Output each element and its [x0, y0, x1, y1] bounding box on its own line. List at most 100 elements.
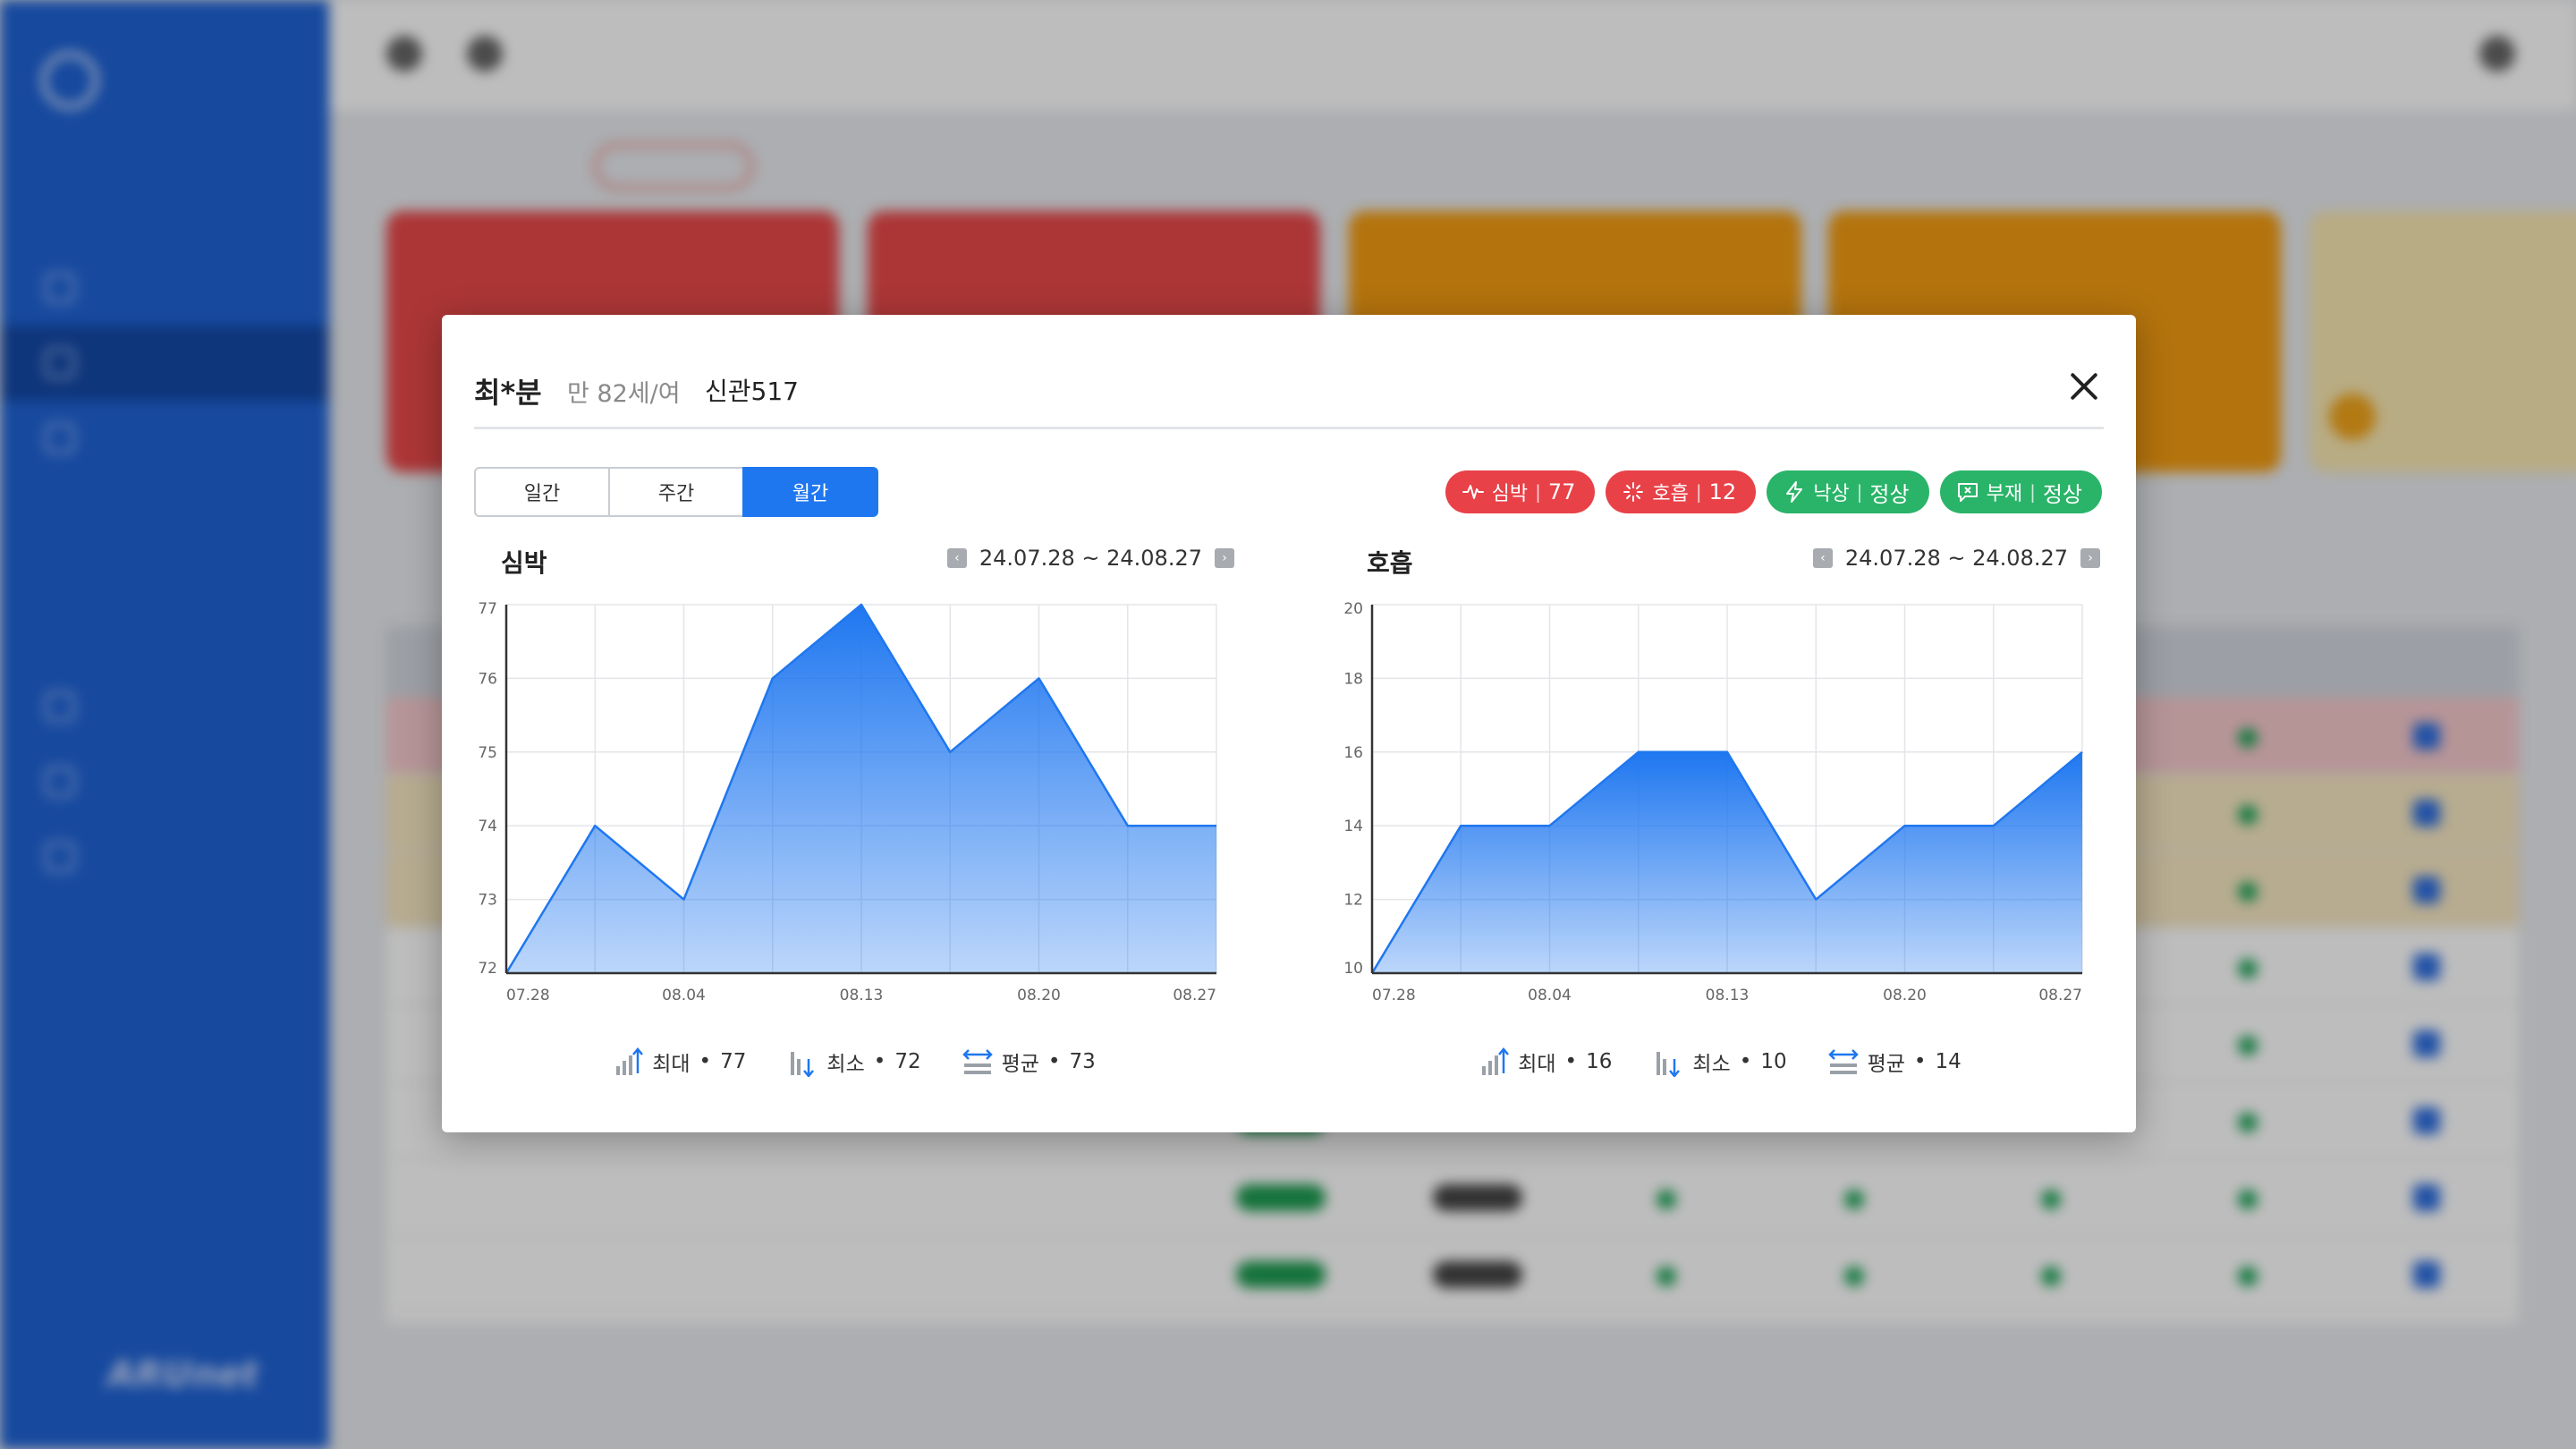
- heartbeat-chart-panel: 심박 ‹ 24.07.28 ~ 24.08.27 › 77 76 75 74 73 72 0…: [474, 544, 1234, 1098]
- fall-icon: [1786, 481, 1803, 503]
- stat-avg-value: 14: [1935, 1050, 1962, 1073]
- absence-icon: [1957, 483, 1978, 502]
- x-tick-label: 07.28: [506, 987, 550, 1004]
- x-tick-label: 08.13: [840, 987, 884, 1004]
- series-area: [506, 605, 1216, 973]
- close-icon[interactable]: [2064, 367, 2104, 406]
- x-tick-label: 08.04: [1528, 987, 1572, 1004]
- x-tick-label: 08.04: [662, 987, 706, 1004]
- breath-chart-panel: 호흡 ‹ 24.07.28 ~ 24.08.27 › 20 18 16 14 12 10 0…: [1340, 544, 2100, 1098]
- stat-dot: •: [699, 1050, 712, 1073]
- badge-value: 정상: [1869, 481, 1910, 507]
- x-tick-label: 08.13: [1706, 987, 1750, 1004]
- x-tick-label: 08.27: [1173, 987, 1216, 1004]
- stat-min-label: 최소: [826, 1053, 865, 1076]
- patient-age-gender: 만 82세/여: [567, 380, 681, 408]
- date-range-text: 24.07.28 ~ 24.08.27: [979, 546, 1202, 571]
- y-tick-label: 72: [478, 960, 497, 978]
- status-badges: 심박 | 77 호흡 | 12 낙상 | 정상 부재 | 정상: [1445, 470, 2102, 513]
- date-range: ‹ 24.07.28 ~ 24.08.27 ›: [1812, 546, 2100, 571]
- y-tick-label: 10: [1343, 960, 1363, 978]
- tab-weekly[interactable]: 주간: [608, 467, 744, 517]
- stat-avg-label: 평균: [1001, 1053, 1039, 1076]
- next-range-icon[interactable]: ›: [2080, 548, 2100, 568]
- stat-avg-label: 평균: [1867, 1053, 1905, 1076]
- date-range: ‹ 24.07.28 ~ 24.08.27 ›: [946, 546, 1234, 571]
- chart-stats: 최대 • 77 최소 • 72 평균 • 73: [474, 1046, 1234, 1077]
- y-tick-label: 75: [478, 744, 497, 762]
- y-tick-label: 73: [478, 892, 497, 910]
- prev-range-icon[interactable]: ‹: [946, 548, 967, 568]
- stat-max: 최대 • 77: [613, 1046, 746, 1077]
- stat-max-label: 최대: [1518, 1053, 1556, 1076]
- tab-daily[interactable]: 일간: [474, 467, 610, 517]
- y-tick-label: 18: [1343, 670, 1363, 688]
- breath-area-chart: 20 18 16 14 12 10 07.28 08.04 08.13 08.20 08.27: [1343, 600, 2083, 1004]
- prev-range-icon[interactable]: ‹: [1812, 548, 1833, 568]
- modal-header: 최*분 만 82세/여 신관517: [474, 347, 2104, 429]
- stat-min-value: 72: [894, 1050, 921, 1073]
- heartbeat-badge: 심박 | 77: [1445, 470, 1596, 513]
- stat-max: 최대 • 16: [1479, 1046, 1612, 1077]
- max-arrow-icon: [616, 1047, 644, 1075]
- next-range-icon[interactable]: ›: [1215, 548, 1234, 568]
- chart-stats: 최대 • 16 최소 • 10 평균 • 14: [1340, 1046, 2100, 1077]
- badge-value: 12: [1708, 479, 1737, 504]
- stat-dot: •: [873, 1050, 886, 1073]
- stat-min: 최소 • 72: [787, 1046, 921, 1077]
- stat-avg: 평균 • 73: [962, 1046, 1096, 1077]
- x-tick-label: 08.20: [1883, 987, 1927, 1004]
- badge-separator: |: [2029, 481, 2036, 503]
- date-range-text: 24.07.28 ~ 24.08.27: [1844, 546, 2068, 571]
- badge-separator: |: [1535, 481, 1541, 503]
- stat-min-value: 10: [1760, 1050, 1787, 1073]
- badge-separator: |: [1856, 481, 1863, 503]
- x-tick-label: 08.27: [2038, 987, 2082, 1004]
- average-icon: [1827, 1049, 1859, 1074]
- x-tick-label: 07.28: [1372, 987, 1416, 1004]
- patient-detail-modal: 최*분 만 82세/여 신관517 일간 주간 월간 심박 | 77 호흡 | …: [442, 315, 2136, 1132]
- x-tick-label: 08.20: [1017, 987, 1061, 1004]
- y-tick-label: 77: [478, 600, 497, 618]
- fall-badge: 낙상 | 정상: [1767, 470, 1929, 513]
- stat-dot: •: [1913, 1050, 1927, 1073]
- y-tick-label: 74: [478, 818, 497, 835]
- stat-avg-value: 73: [1069, 1050, 1096, 1073]
- breath-badge: 호흡 | 12: [1606, 470, 1757, 513]
- badge-separator: |: [1695, 481, 1702, 503]
- y-tick-label: 12: [1343, 892, 1363, 910]
- period-tabs: 일간 주간 월간: [474, 467, 878, 517]
- min-arrow-icon: [791, 1052, 815, 1077]
- absence-badge: 부재 | 정상: [1939, 470, 2102, 513]
- stat-max-value: 77: [720, 1050, 747, 1073]
- badge-value: 77: [1547, 479, 1576, 504]
- series-area: [1372, 751, 2082, 973]
- badge-label: 낙상: [1813, 483, 1850, 505]
- y-tick-label: 14: [1343, 818, 1363, 835]
- stat-avg: 평균 • 14: [1827, 1046, 1962, 1077]
- stat-dot: •: [1047, 1050, 1061, 1073]
- stat-min: 최소 • 10: [1653, 1046, 1787, 1077]
- stat-max-value: 16: [1586, 1050, 1613, 1073]
- tab-monthly[interactable]: 월간: [742, 467, 878, 517]
- y-tick-label: 76: [478, 670, 497, 688]
- stat-min-label: 최소: [1692, 1053, 1731, 1076]
- max-arrow-icon: [1482, 1047, 1510, 1075]
- y-tick-label: 20: [1343, 600, 1363, 618]
- patient-name: 최*분: [474, 376, 542, 410]
- chart-title: 심박: [501, 548, 547, 578]
- patient-room: 신관517: [705, 377, 799, 406]
- min-arrow-icon: [1657, 1052, 1681, 1077]
- stat-dot: •: [1739, 1050, 1752, 1073]
- stat-max-label: 최대: [652, 1053, 691, 1076]
- badge-label: 심박: [1491, 483, 1529, 505]
- heartbeat-icon: [1462, 485, 1484, 499]
- stat-dot: •: [1564, 1050, 1578, 1073]
- badge-label: 부재: [1986, 483, 2023, 505]
- y-tick-label: 16: [1343, 744, 1363, 762]
- heartbeat-area-chart: 77 76 75 74 73 72 07.28 08.04 08.13 08.20 08.27: [478, 600, 1217, 1004]
- average-icon: [962, 1049, 993, 1074]
- chart-title: 호흡: [1367, 548, 1413, 578]
- breath-icon: [1623, 482, 1644, 502]
- badge-label: 호흡: [1652, 483, 1689, 505]
